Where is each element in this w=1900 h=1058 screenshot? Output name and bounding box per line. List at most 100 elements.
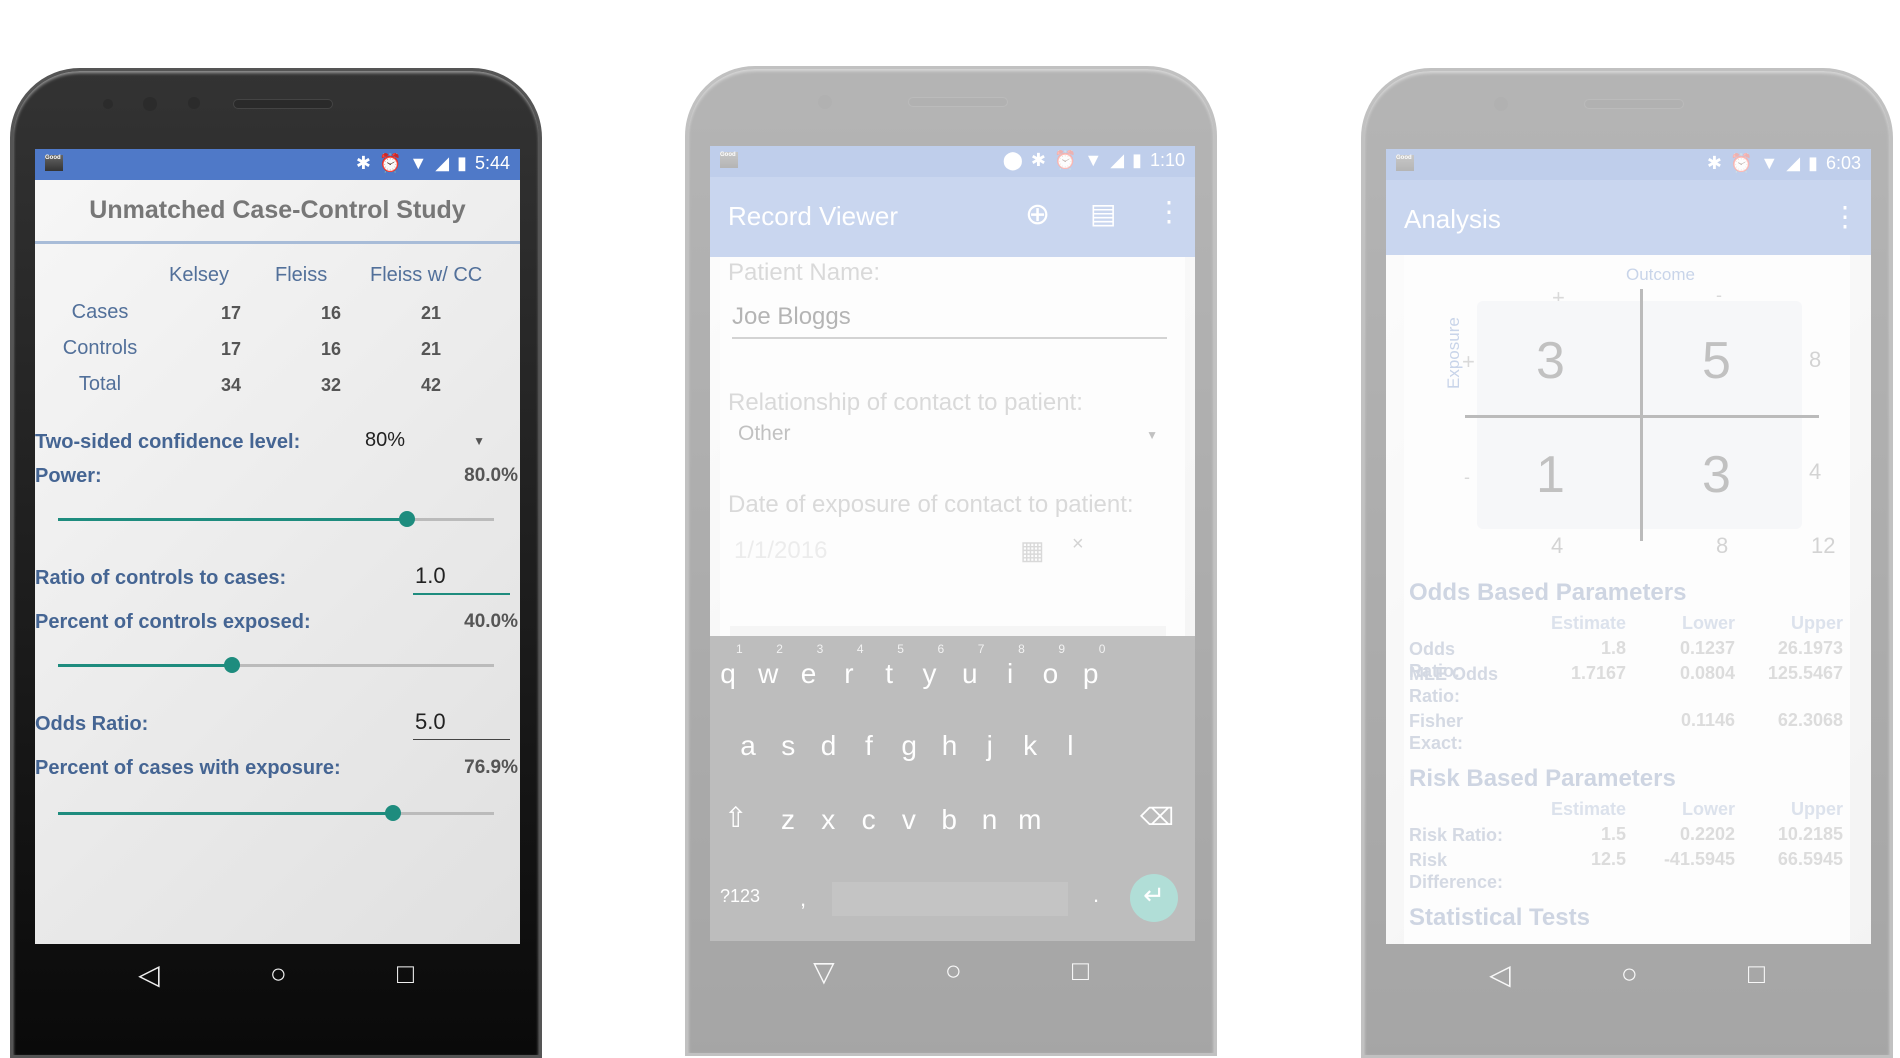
clock: 6:03 — [1825, 153, 1861, 173]
phone-calculator: Good ✱ ⏰ ▼ ◢ ▮ 5:44 Unmatched Case-Control St… — [10, 68, 542, 1058]
back-icon[interactable]: ◁ — [138, 958, 160, 991]
key-i[interactable]: i — [995, 658, 1025, 690]
table-cell: 17 — [220, 339, 242, 359]
table-cell: 26.1973 — [1777, 638, 1843, 658]
column-header: Estimate — [1550, 613, 1626, 633]
key-u[interactable]: u — [955, 658, 985, 690]
relationship-select[interactable]: Other ▼ — [738, 422, 1158, 446]
key-f[interactable]: f — [854, 730, 884, 762]
table-cell: 34 — [220, 375, 242, 395]
key-z[interactable]: z — [773, 804, 803, 836]
backspace-key[interactable]: ⌫ — [1140, 803, 1174, 832]
table-cell: 66.5945 — [1777, 849, 1843, 869]
key-o[interactable]: o — [1035, 658, 1065, 690]
home-icon[interactable]: ○ — [945, 955, 962, 987]
table-cell: 12.5 — [1590, 849, 1626, 869]
clear-date-button[interactable]: × — [1072, 533, 1084, 556]
col-total: 12 — [1811, 533, 1836, 558]
home-icon[interactable]: ○ — [1621, 958, 1638, 990]
earpiece-speaker — [1584, 99, 1684, 109]
key-t[interactable]: t — [874, 658, 904, 690]
date-input[interactable]: 1/1/2016 — [734, 537, 827, 565]
key-b[interactable]: b — [934, 804, 964, 836]
key-w[interactable]: w — [753, 658, 783, 690]
enter-key[interactable]: ↵ — [1130, 874, 1178, 922]
recents-icon[interactable]: □ — [1748, 958, 1765, 990]
cell-b[interactable]: 5 — [1702, 331, 1731, 391]
alarm-icon: ⏰ — [378, 153, 402, 173]
table-cell: 0.1146 — [1680, 710, 1735, 730]
key-c[interactable]: c — [854, 804, 884, 836]
cases-exposure-slider[interactable] — [58, 805, 494, 821]
recents-icon[interactable]: □ — [1072, 955, 1089, 987]
cases-exposure-value: 76.9% — [464, 757, 518, 778]
key-e[interactable]: e — [794, 658, 824, 690]
key-q[interactable]: q — [713, 658, 743, 690]
controls-exposed-slider[interactable] — [58, 657, 494, 673]
slider-thumb[interactable] — [398, 511, 415, 527]
key-x[interactable]: x — [813, 804, 843, 836]
recents-icon[interactable]: □ — [397, 958, 414, 990]
more-options-icon[interactable]: ⋮ — [1831, 200, 1859, 233]
notification-icon: Good — [45, 155, 63, 171]
dropdown-arrow-icon: ▼ — [473, 434, 485, 448]
alarm-icon: ⏰ — [1053, 150, 1077, 170]
bluetooth-icon: ✱ — [1030, 150, 1046, 170]
key-y[interactable]: y — [915, 658, 945, 690]
key-m[interactable]: m — [1015, 804, 1045, 836]
key-h[interactable]: h — [935, 730, 965, 762]
table-cell: 16 — [320, 339, 342, 359]
cell-a[interactable]: 3 — [1536, 331, 1565, 391]
key-n[interactable]: n — [975, 804, 1005, 836]
key-r[interactable]: r — [834, 658, 864, 690]
odds-ratio-label: Odds Ratio: — [35, 713, 149, 735]
cell-d[interactable]: 3 — [1702, 445, 1731, 505]
symbols-key[interactable]: ?123 — [720, 886, 760, 907]
confidence-select[interactable]: 80% ▼ — [365, 429, 485, 452]
key-hint-digit: 1 — [736, 642, 743, 656]
cell-c[interactable]: 1 — [1536, 445, 1565, 505]
gps-icon[interactable]: ⊕ — [1025, 197, 1050, 232]
status-bar: Good ⬤ ✱ ⏰ ▼ ◢ ▮ 1:10 — [710, 146, 1195, 177]
key-s[interactable]: s — [773, 730, 803, 762]
comma-key[interactable]: , — [800, 886, 806, 912]
calendar-icon[interactable]: ▦ — [1020, 535, 1045, 566]
sensor — [103, 99, 113, 109]
more-options-icon[interactable]: ⋮ — [1155, 195, 1183, 228]
key-d[interactable]: d — [814, 730, 844, 762]
save-icon[interactable]: ▤ — [1090, 197, 1116, 230]
key-k[interactable]: k — [1015, 730, 1045, 762]
table-cell: -41.5945 — [1663, 849, 1735, 869]
odds-ratio-input[interactable]: 5.0 — [413, 709, 510, 740]
space-key[interactable] — [832, 882, 1068, 916]
slider-thumb[interactable] — [224, 657, 241, 673]
period-key[interactable]: . — [1093, 882, 1099, 908]
slider-thumb[interactable] — [385, 805, 402, 821]
front-camera — [143, 97, 157, 111]
back-icon[interactable]: ◁ — [1489, 958, 1511, 991]
key-a[interactable]: a — [733, 730, 763, 762]
key-hint-digit: 6 — [937, 642, 945, 656]
power-slider[interactable] — [58, 511, 494, 527]
back-icon[interactable]: ▽ — [813, 955, 835, 988]
table-cell: 16 — [320, 303, 342, 323]
key-j[interactable]: j — [975, 730, 1005, 762]
column-header: Kelsey — [169, 264, 230, 286]
row-label: MLE Odds Ratio: — [1409, 664, 1498, 706]
key-g[interactable]: g — [894, 730, 924, 762]
confidence-label: Two-sided confidence level: — [35, 431, 301, 453]
battery-icon: ▮ — [1132, 150, 1142, 170]
app-bar: Record Viewer ⊕ ▤ ⋮ — [710, 177, 1195, 257]
table-cell: 0.0804 — [1679, 663, 1735, 683]
key-l[interactable]: l — [1055, 730, 1085, 762]
patient-name-input[interactable]: Joe Bloggs — [732, 303, 1167, 339]
home-icon[interactable]: ○ — [270, 958, 287, 990]
key-hint-digit: 8 — [1018, 642, 1025, 656]
table-cell: 42 — [420, 375, 442, 395]
key-p[interactable]: p — [1076, 658, 1106, 690]
key-v[interactable]: v — [894, 804, 924, 836]
table-cell: 0.2202 — [1679, 824, 1735, 844]
ratio-input[interactable]: 1.0 — [413, 563, 510, 595]
status-bar: Good ✱ ⏰ ▼ ◢ ▮ 5:44 — [35, 149, 520, 180]
shift-key[interactable]: ⇧ — [724, 801, 747, 834]
